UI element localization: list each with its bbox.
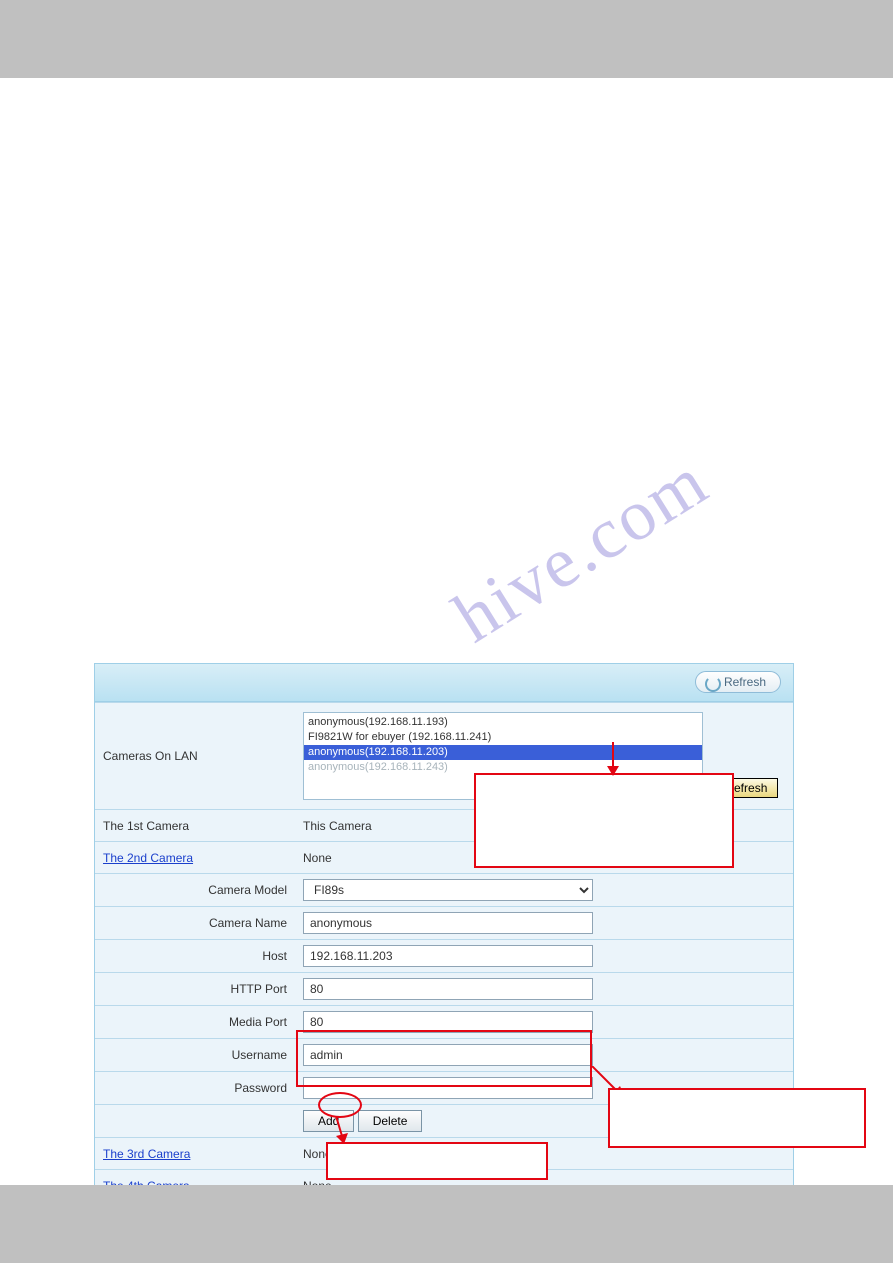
delete-button[interactable]: Delete xyxy=(358,1110,423,1132)
lan-item-selected[interactable]: anonymous(192.168.11.203) xyxy=(304,745,702,760)
label-media-port: Media Port xyxy=(95,1006,295,1039)
row-camera-model: Camera Model FI89s xyxy=(95,874,793,907)
row-host: Host xyxy=(95,940,793,973)
callout-box-top xyxy=(474,773,734,868)
label-camera-1: The 1st Camera xyxy=(95,810,295,842)
row-username: Username xyxy=(95,1039,793,1072)
lan-item[interactable]: FI9821W for ebuyer (192.168.11.241) xyxy=(308,731,491,743)
lan-item[interactable]: anonymous(192.168.11.243) xyxy=(308,761,448,773)
label-host: Host xyxy=(95,940,295,973)
watermark-text-2: hive.com xyxy=(439,440,722,660)
label-password: Password xyxy=(95,1072,295,1105)
row-camera-name: Camera Name xyxy=(95,907,793,940)
callout-box-bottom-right xyxy=(608,1088,866,1148)
label-cameras-on-lan: Cameras On LAN xyxy=(95,703,295,810)
label-camera-name: Camera Name xyxy=(95,907,295,940)
panel-titlebar: Refresh xyxy=(95,664,793,702)
username-input[interactable] xyxy=(303,1044,593,1066)
link-camera-3[interactable]: The 3rd Camera xyxy=(103,1147,190,1161)
password-input[interactable] xyxy=(303,1077,593,1099)
label-username: Username xyxy=(95,1039,295,1072)
lan-item[interactable]: anonymous(192.168.11.193) xyxy=(308,716,448,728)
callout-box-bottom-left xyxy=(326,1142,548,1180)
bottom-gray-bar xyxy=(0,1185,893,1263)
label-camera-model: Camera Model xyxy=(95,874,295,907)
http-port-input[interactable] xyxy=(303,978,593,1000)
row-http-port: HTTP Port xyxy=(95,973,793,1006)
host-input[interactable] xyxy=(303,945,593,967)
camera-model-select[interactable]: FI89s xyxy=(303,879,593,901)
label-http-port: HTTP Port xyxy=(95,973,295,1006)
link-camera-2[interactable]: The 2nd Camera xyxy=(103,851,193,865)
refresh-button[interactable]: Refresh xyxy=(695,671,781,693)
page-body: manual hive.com Refresh Cameras On LAN a… xyxy=(0,78,893,1185)
camera-name-input[interactable] xyxy=(303,912,593,934)
media-port-input[interactable] xyxy=(303,1011,593,1033)
add-button[interactable]: Add xyxy=(303,1110,354,1132)
row-media-port: Media Port xyxy=(95,1006,793,1039)
label-camera-2: The 2nd Camera xyxy=(95,842,295,874)
top-gray-bar xyxy=(0,0,893,78)
